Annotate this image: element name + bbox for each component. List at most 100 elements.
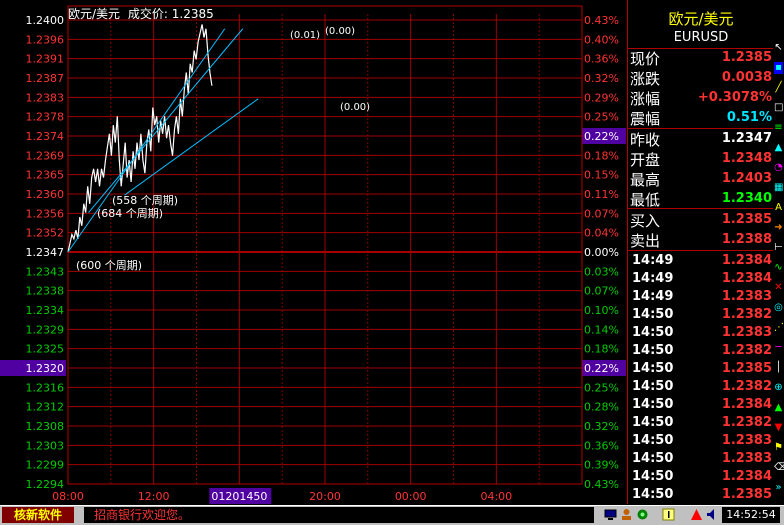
- tick-time: 14:50: [632, 397, 674, 412]
- divider: [628, 208, 774, 209]
- tick-row[interactable]: 14:50 1.2385: [628, 361, 774, 379]
- quote-row: 最低 1.2340: [628, 189, 774, 209]
- tick-row[interactable]: 14:50 1.2382: [628, 415, 774, 433]
- tick-price: 1.2382: [721, 415, 772, 430]
- tick-price: 1.2384: [721, 271, 772, 286]
- y-tick-label: 1.2387: [26, 72, 65, 85]
- quote-title: 欧元/美元: [668, 10, 734, 28]
- y-right-tick-label: 0.40%: [584, 33, 619, 46]
- vline-tool-icon[interactable]: │: [774, 362, 783, 374]
- monitor-icon[interactable]: [604, 508, 617, 521]
- quote-label: 开盘: [630, 151, 661, 169]
- y-tick-label: 1.2374: [26, 130, 65, 143]
- chart-svg[interactable]: 1.2400 0.43% 1.2396 0.40% 1.2391 0.36% 1.2387 0…: [0, 0, 627, 504]
- tick-price: 1.2384: [721, 253, 772, 268]
- more-tools-icon[interactable]: »: [774, 482, 783, 494]
- arc-tool-icon[interactable]: ◔: [774, 162, 783, 174]
- network-icon[interactable]: [636, 508, 649, 521]
- intraday-chart[interactable]: 1.2400 0.43% 1.2396 0.40% 1.2391 0.36% 1.2387 0…: [0, 0, 627, 504]
- down-arrow-icon[interactable]: ▼: [774, 422, 783, 434]
- mark-tool-icon[interactable]: ✕: [774, 282, 783, 294]
- zoom-tool-icon[interactable]: ⊕: [774, 382, 783, 394]
- fan-tool-icon[interactable]: ⋰: [774, 322, 784, 334]
- y-tick-label: 1.2356: [26, 207, 65, 220]
- quote-row: 现价 1.2385: [628, 48, 774, 68]
- quote-row: 卖出 1.2388: [628, 230, 774, 250]
- y-right-tick-label: 0.07%: [584, 207, 619, 220]
- tick-time: 14:50: [632, 361, 674, 376]
- tick-row[interactable]: 14:49 1.2384: [628, 253, 774, 271]
- tick-row[interactable]: 14:50 1.2384: [628, 469, 774, 487]
- tick-row[interactable]: 14:50 1.2383: [628, 451, 774, 469]
- quote-label: 涨跌: [630, 70, 661, 88]
- y-right-tick-label: 0.32%: [584, 72, 619, 85]
- y-right-tick-label: 0.36%: [584, 439, 619, 452]
- quote-value: 0.51%: [726, 110, 772, 125]
- draw-line-icon[interactable]: ╱: [774, 82, 783, 94]
- tick-row[interactable]: 14:50 1.2384: [628, 397, 774, 415]
- quote-label: 卖出: [630, 232, 661, 250]
- quote-label: 昨收: [630, 131, 661, 149]
- wave-tool-icon[interactable]: ∿: [774, 262, 783, 274]
- info-icon[interactable]: [662, 508, 675, 521]
- grid-tool-icon[interactable]: ▦: [774, 182, 783, 194]
- period-annotation: (600 个周期): [76, 259, 142, 272]
- alert-icon[interactable]: [690, 508, 703, 521]
- up-arrow-icon[interactable]: ▲: [774, 402, 783, 414]
- quote-value: 1.2348: [721, 151, 772, 166]
- tick-time: 14:50: [632, 415, 674, 430]
- tick-time: 14:49: [632, 289, 674, 304]
- y-tick-label: 1.2338: [26, 285, 65, 298]
- chart-tool-icon[interactable]: ▪: [774, 62, 783, 74]
- tick-price: 1.2383: [721, 451, 772, 466]
- quote-label: 买入: [630, 212, 661, 230]
- flag-tool-icon[interactable]: ⚑: [774, 442, 783, 454]
- quote-panel: 欧元/美元 EURUSD 现价 1.2385 涨跌 0.0038 涨幅 +0.3078% 震…: [627, 0, 774, 504]
- quote-value: 1.2388: [721, 232, 772, 247]
- hline-tool-icon[interactable]: ─: [774, 342, 783, 354]
- tick-row[interactable]: 14:50 1.2382: [628, 307, 774, 325]
- delete-tool-icon[interactable]: ⌫: [774, 462, 784, 474]
- x-tick-label: 12:00: [138, 490, 170, 503]
- y-right-tick-label: 0.32%: [584, 420, 619, 433]
- tick-row[interactable]: 14:50 1.2383: [628, 325, 774, 343]
- tick-price: 1.2382: [721, 379, 772, 394]
- rect-tool-icon[interactable]: □: [774, 102, 783, 114]
- y-right-tick-label: 0.14%: [584, 323, 619, 336]
- x-tick-label: 01201450: [211, 490, 267, 503]
- cycle-tool-icon[interactable]: ◎: [774, 302, 783, 314]
- tick-row[interactable]: 14:49 1.2384: [628, 271, 774, 289]
- tick-price: 1.2385: [721, 361, 772, 376]
- trendline: [88, 28, 244, 213]
- y-tick-label: 1.2400: [26, 14, 65, 27]
- y-right-tick-label: 0.39%: [584, 459, 619, 472]
- tick-time: 14:49: [632, 253, 674, 268]
- y-right-tick-label: 0.11%: [584, 188, 619, 201]
- quote-value: 1.2347: [721, 131, 772, 146]
- ruler-tool-icon[interactable]: ⊢: [774, 242, 783, 254]
- quote-row: 震幅 0.51%: [628, 108, 774, 128]
- arrow-tool-icon[interactable]: ➜: [774, 222, 783, 234]
- fib-tool-icon[interactable]: ▲: [774, 142, 783, 154]
- tick-time: 14:50: [632, 451, 674, 466]
- tick-row[interactable]: 14:50 1.2385: [628, 487, 774, 505]
- sound-icon[interactable]: [706, 508, 719, 521]
- tick-row[interactable]: 14:49 1.2383: [628, 289, 774, 307]
- user-icon[interactable]: [620, 508, 633, 521]
- channel-tool-icon[interactable]: ≡: [774, 122, 783, 134]
- tick-time: 14:50: [632, 487, 674, 502]
- trendline: [124, 98, 259, 196]
- price-label: 成交价:: [127, 7, 168, 21]
- tick-row[interactable]: 14:50 1.2383: [628, 433, 774, 451]
- y-tick-label: 1.2369: [26, 149, 65, 162]
- cursor-icon[interactable]: ↖: [774, 42, 783, 54]
- quote-code: EURUSD: [673, 30, 729, 45]
- text-tool-icon[interactable]: A: [774, 202, 783, 214]
- tick-time: 14:50: [632, 433, 674, 448]
- y-tick-label: 1.2383: [26, 91, 65, 104]
- y-right-tick-label: 0.04%: [584, 227, 619, 240]
- clock: 14:52:54: [722, 507, 780, 523]
- tick-row[interactable]: 14:50 1.2382: [628, 379, 774, 397]
- y-tick-label: 1.2334: [26, 304, 65, 317]
- tick-row[interactable]: 14:50 1.2382: [628, 343, 774, 361]
